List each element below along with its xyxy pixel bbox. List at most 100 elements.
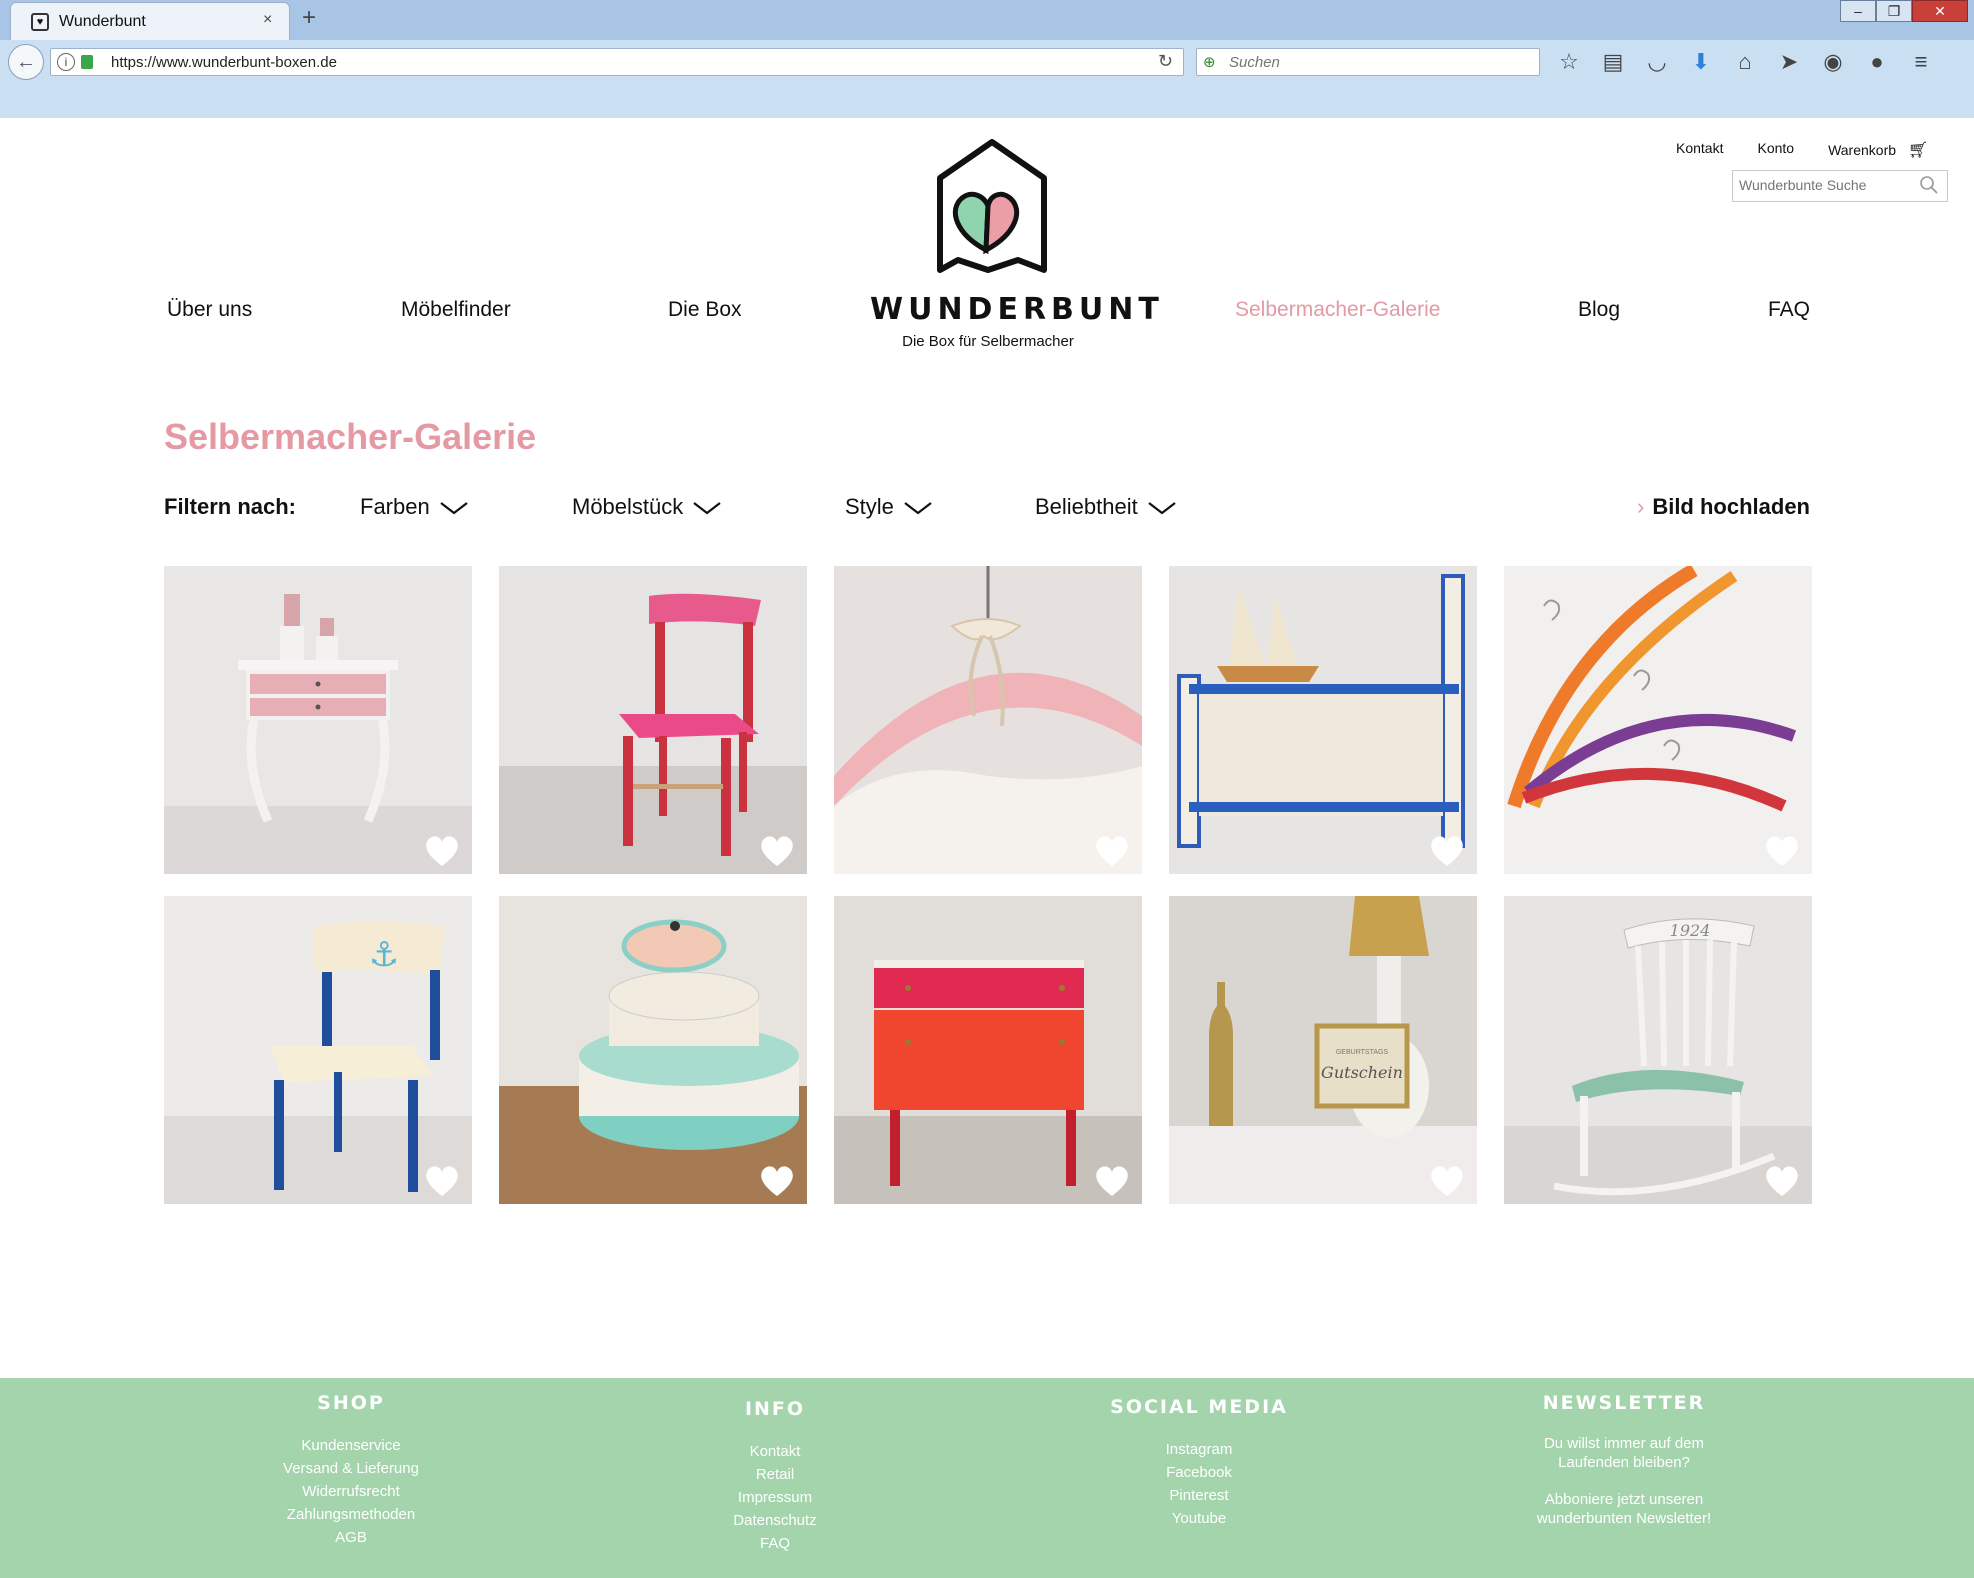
reload-icon[interactable]: ↻: [1158, 51, 1173, 72]
url-text[interactable]: https://www.wunderbunt-boxen.de: [111, 54, 337, 71]
anchor-chair-icon: ⚓︎: [164, 896, 472, 1204]
filter-moebelstueck-label: Möbelstück: [572, 494, 684, 519]
browser-search-bar[interactable]: ⊕: [1196, 48, 1540, 76]
footer-link[interactable]: Retail: [645, 1463, 905, 1486]
footer-link-pinterest[interactable]: Pinterest: [1069, 1484, 1329, 1507]
newsletter-text: Laufenden bleiben?: [1558, 1454, 1690, 1471]
gallery-item[interactable]: [1504, 566, 1812, 874]
filter-beliebtheit[interactable]: Beliebtheit: [1035, 494, 1176, 520]
url-bar[interactable]: i https://www.wunderbunt-boxen.de ↻: [50, 48, 1184, 76]
close-tab-icon[interactable]: ×: [263, 11, 272, 29]
site-search: [1732, 170, 1948, 202]
pocket-icon[interactable]: ◡: [1642, 48, 1672, 76]
util-link-warenkorb[interactable]: Warenkorb 🛒︎: [1828, 140, 1928, 160]
browser-navbar: ← i https://www.wunderbunt-boxen.de ↻ ⊕ …: [0, 40, 1974, 84]
upload-image-button[interactable]: › Bild hochladen: [1637, 494, 1810, 520]
gallery-item[interactable]: [499, 566, 807, 874]
gallery-grid: ⚓︎ GEBURTSTAGS Gutschein 1924: [164, 566, 1812, 1204]
frame-text-main: Gutschein: [1321, 1063, 1403, 1082]
back-button[interactable]: ←: [8, 44, 44, 80]
lock-icon: [81, 55, 93, 69]
newsletter-link[interactable]: wunderbunten Newsletter!: [1494, 1509, 1754, 1528]
adblock-icon[interactable]: ◉: [1818, 48, 1848, 76]
nav-faq[interactable]: FAQ: [1768, 298, 1810, 322]
gallery-item[interactable]: [834, 566, 1142, 874]
footer-shop: SHOP Kundenservice Versand & Lieferung W…: [221, 1392, 481, 1549]
page-title: Selbermacher-Galerie: [164, 416, 537, 457]
filter-bar: Filtern nach: Farben Möbelstück Style Be…: [164, 494, 1810, 534]
footer-link-facebook[interactable]: Facebook: [1069, 1461, 1329, 1484]
gallery-item[interactable]: [499, 896, 807, 1204]
chevron-down-icon: [440, 502, 468, 515]
cart-icon[interactable]: 🛒︎: [1908, 140, 1928, 160]
heart-icon[interactable]: [1429, 834, 1465, 868]
footer-link[interactable]: Impressum: [645, 1486, 905, 1509]
heart-icon[interactable]: [424, 834, 460, 868]
gallery-item[interactable]: [834, 896, 1142, 1204]
filter-style-label: Style: [845, 494, 894, 519]
tab-bar: ♥ Wunderbunt × + – ❐ ✕: [0, 0, 1974, 40]
nav-ueber-uns[interactable]: Über uns: [167, 298, 252, 322]
footer-link[interactable]: Kundenservice: [221, 1434, 481, 1457]
close-window-button[interactable]: ✕: [1912, 0, 1968, 22]
heart-icon[interactable]: [424, 1164, 460, 1198]
nav-die-box[interactable]: Die Box: [668, 298, 742, 322]
gallery-item[interactable]: ⚓︎: [164, 896, 472, 1204]
blue-wall-shelf-icon: [1169, 566, 1477, 874]
favicon-icon: ♥: [31, 13, 49, 31]
footer-link[interactable]: Zahlungsmethoden: [221, 1503, 481, 1526]
heart-icon[interactable]: [1094, 834, 1130, 868]
gallery-item[interactable]: [164, 566, 472, 874]
heart-icon[interactable]: [1764, 1164, 1800, 1198]
footer-link[interactable]: FAQ: [645, 1532, 905, 1555]
nav-selbermacher-galerie[interactable]: Selbermacher-Galerie: [1235, 298, 1440, 322]
filter-beliebtheit-label: Beliebtheit: [1035, 494, 1138, 519]
gallery-item[interactable]: 1924: [1504, 896, 1812, 1204]
util-link-konto[interactable]: Konto: [1757, 140, 1794, 160]
minimize-button[interactable]: –: [1840, 0, 1876, 22]
browser-search-input[interactable]: [1229, 54, 1519, 71]
gallery-item[interactable]: GEBURTSTAGS Gutschein: [1169, 896, 1477, 1204]
nav-moebelfinder[interactable]: Möbelfinder: [401, 298, 511, 322]
newsletter-link[interactable]: Abboniere jetzt unseren: [1494, 1490, 1754, 1509]
heart-icon[interactable]: [759, 1164, 795, 1198]
new-tab-button[interactable]: +: [302, 4, 316, 32]
footer-link-youtube[interactable]: Youtube: [1069, 1507, 1329, 1530]
footer-link[interactable]: Datenschutz: [645, 1509, 905, 1532]
browser-tab[interactable]: ♥ Wunderbunt ×: [10, 2, 290, 40]
info-icon[interactable]: i: [57, 53, 75, 71]
menu-icon[interactable]: ≡: [1906, 48, 1936, 76]
download-icon[interactable]: ⬇: [1686, 48, 1716, 76]
footer-social: SOCIAL MEDIA Instagram Facebook Pinteres…: [1069, 1396, 1329, 1530]
reading-list-icon[interactable]: ▤: [1598, 48, 1628, 76]
filter-moebelstueck[interactable]: Möbelstück: [572, 494, 721, 520]
footer-link[interactable]: Widerrufsrecht: [221, 1480, 481, 1503]
heart-icon[interactable]: [1429, 1164, 1465, 1198]
footer-link[interactable]: AGB: [221, 1526, 481, 1549]
chevron-down-icon: [904, 502, 932, 515]
colored-hangers-icon: [1504, 566, 1812, 874]
maximize-button[interactable]: ❐: [1876, 0, 1912, 22]
gallery-item[interactable]: [1169, 566, 1477, 874]
filter-style[interactable]: Style: [845, 494, 932, 520]
util-link-kontakt[interactable]: Kontakt: [1676, 140, 1723, 160]
main-nav: Über uns Möbelfinder Die Box Selbermache…: [0, 298, 1974, 338]
heart-icon[interactable]: [1764, 834, 1800, 868]
footer-link-instagram[interactable]: Instagram: [1069, 1438, 1329, 1461]
footer-link[interactable]: Versand & Lieferung: [221, 1457, 481, 1480]
chevron-down-icon: [1148, 502, 1176, 515]
bookmark-star-icon[interactable]: ☆: [1554, 48, 1584, 76]
white-rocking-chair-icon: 1924: [1504, 896, 1812, 1204]
send-icon[interactable]: ➤: [1774, 48, 1804, 76]
filter-farben[interactable]: Farben: [360, 494, 468, 520]
search-engine-icon[interactable]: ⊕: [1203, 53, 1216, 71]
site-search-input[interactable]: [1739, 177, 1909, 193]
logo[interactable]: WUNDERBUNT Die Box für Selbermacher: [870, 138, 1159, 378]
extension-icon[interactable]: ●: [1862, 48, 1892, 76]
search-icon[interactable]: [1919, 175, 1939, 195]
home-icon[interactable]: ⌂: [1730, 48, 1760, 76]
heart-icon[interactable]: [759, 834, 795, 868]
nav-blog[interactable]: Blog: [1578, 298, 1620, 322]
red-nightstand-icon: [834, 896, 1142, 1204]
heart-icon[interactable]: [1094, 1164, 1130, 1198]
